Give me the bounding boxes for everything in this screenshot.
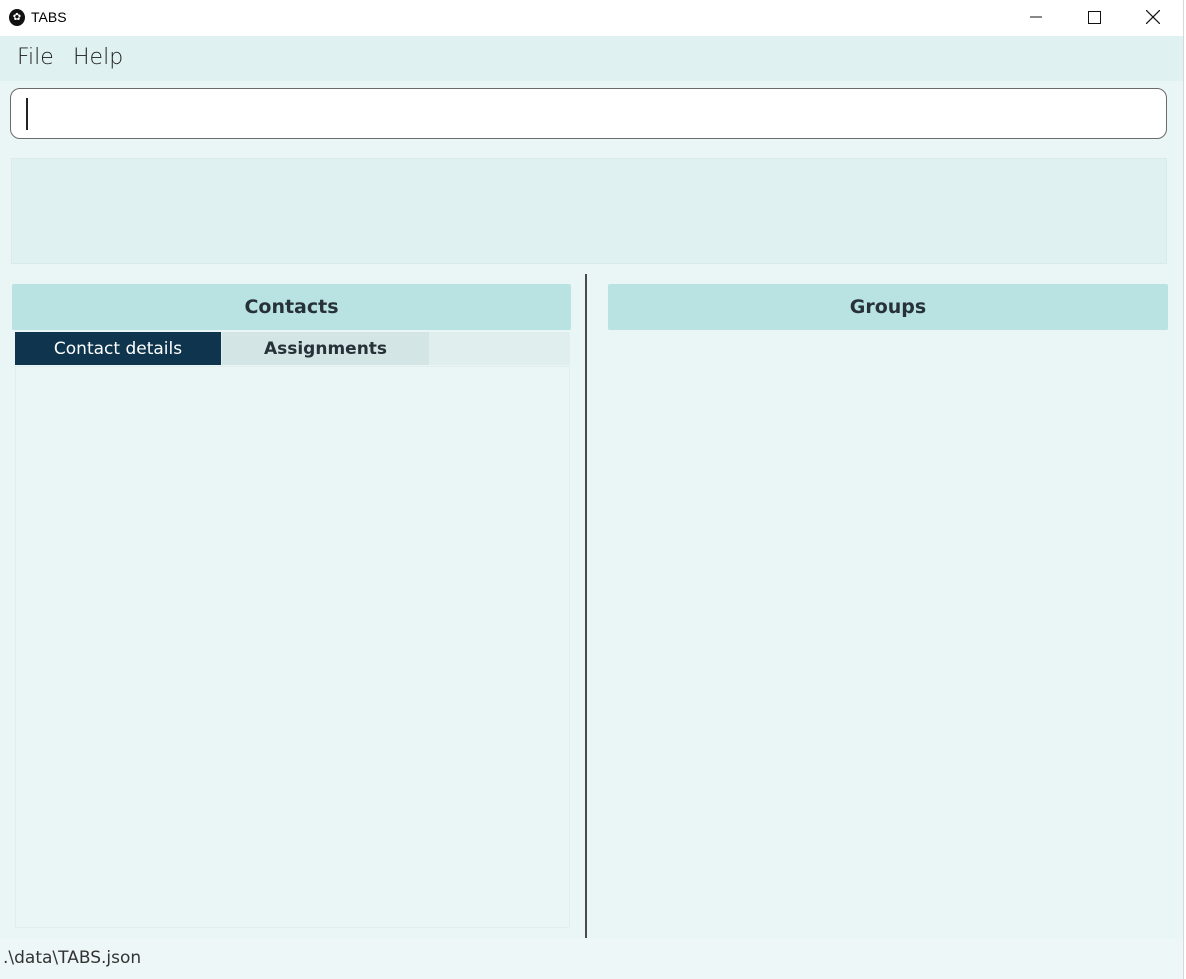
contact-list-panel[interactable] [15, 366, 570, 928]
minimize-icon [1030, 16, 1042, 18]
command-input[interactable] [10, 88, 1167, 139]
tab-contact-details[interactable]: Contact details [15, 332, 221, 365]
contacts-header: Contacts [12, 284, 571, 330]
title-bar[interactable]: ✿ TABS [0, 0, 1183, 36]
tab-assignments[interactable]: Assignments [222, 332, 429, 365]
app-logo-icon: ✿ [9, 9, 25, 26]
window-title: TABS [31, 9, 67, 25]
minimize-button[interactable] [1007, 0, 1065, 34]
maximize-button[interactable] [1065, 0, 1123, 34]
maximize-icon [1087, 10, 1101, 24]
menu-bar: File Help [0, 36, 1183, 81]
menu-file[interactable]: File [17, 45, 54, 70]
result-display [11, 158, 1167, 264]
close-button[interactable] [1124, 0, 1182, 34]
split-pane-divider[interactable] [585, 274, 587, 938]
contacts-tab-strip: Contact details Assignments [15, 332, 570, 365]
app-window: ✿ TABS File Help Contacts Contact detail… [0, 0, 1183, 979]
save-file-path: .\data\TABS.json [3, 948, 142, 968]
close-icon [1146, 10, 1160, 24]
status-bar: .\data\TABS.json [0, 939, 1183, 979]
menu-help[interactable]: Help [73, 45, 123, 70]
groups-header: Groups [608, 284, 1168, 330]
text-caret [26, 98, 28, 130]
